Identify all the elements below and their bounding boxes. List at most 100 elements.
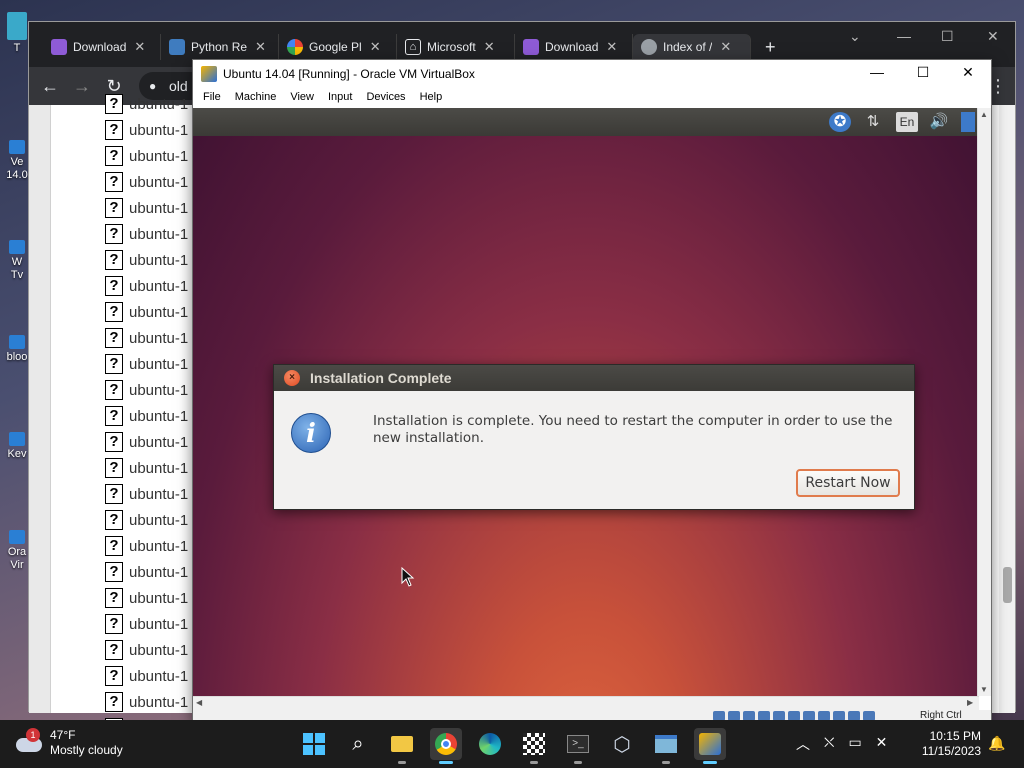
file-list-item[interactable]: ? ubuntu-1: [105, 197, 188, 219]
close-icon[interactable]: ✕: [987, 28, 999, 45]
menu-help[interactable]: Help: [418, 88, 449, 108]
page-scrollbar[interactable]: [999, 105, 1015, 713]
menu-view[interactable]: View: [288, 88, 320, 108]
file-list-item[interactable]: ? ubuntu-1: [105, 171, 188, 193]
file-link[interactable]: ubuntu-1: [129, 174, 188, 191]
taskbar-app-window[interactable]: [650, 728, 682, 764]
menu-input[interactable]: Input: [326, 88, 358, 108]
browser-tab[interactable]: Download ✕: [43, 34, 161, 60]
taskbar-terminal[interactable]: >_: [562, 728, 594, 764]
file-link[interactable]: ubuntu-1: [129, 356, 188, 373]
file-list-item[interactable]: ? ubuntu-1: [105, 379, 188, 401]
file-list-item[interactable]: ? ubuntu-1: [105, 483, 188, 505]
taskbar-app[interactable]: [518, 728, 550, 764]
file-list-item[interactable]: ? ubuntu-1: [105, 587, 188, 609]
browser-tab[interactable]: Python Re ✕: [161, 34, 279, 60]
display-icon[interactable]: ▭: [848, 734, 861, 754]
file-list-item[interactable]: ? ubuntu-1: [105, 535, 188, 557]
file-link[interactable]: ubuntu-1: [129, 642, 188, 659]
file-list-item[interactable]: ? ubuntu-1: [105, 457, 188, 479]
menu-machine[interactable]: Machine: [233, 88, 283, 108]
file-list-item[interactable]: ? ubuntu-1: [105, 249, 188, 271]
close-tab-icon[interactable]: ✕: [134, 39, 145, 55]
file-list-item[interactable]: ? ubuntu-1: [105, 145, 188, 167]
close-tab-icon[interactable]: ✕: [606, 39, 617, 55]
file-link[interactable]: ubuntu-1: [129, 512, 188, 529]
file-list-item[interactable]: ? ubuntu-1: [105, 353, 188, 375]
close-tab-icon[interactable]: ✕: [370, 39, 381, 55]
close-tab-icon[interactable]: ✕: [720, 39, 731, 55]
file-list-item[interactable]: ? ubuntu-1: [105, 301, 188, 323]
file-link[interactable]: ubuntu-1: [129, 200, 188, 217]
file-link[interactable]: ubuntu-1: [129, 590, 188, 607]
menu-file[interactable]: File: [201, 88, 227, 108]
clock[interactable]: 10:15 PM 11/15/2023: [913, 729, 981, 759]
file-link[interactable]: ubuntu-1: [129, 122, 188, 139]
forward-arrow-icon[interactable]: →: [71, 75, 93, 97]
file-link[interactable]: ubuntu-1: [129, 226, 188, 243]
browser-tab[interactable]: ⌂ Microsoft ✕: [397, 34, 515, 60]
file-link[interactable]: ubuntu-1: [129, 668, 188, 685]
scroll-down-icon[interactable]: ▼: [980, 685, 988, 694]
file-list-item[interactable]: ? ubuntu-1: [105, 93, 188, 115]
taskbar-chrome[interactable]: [430, 728, 462, 764]
file-list-item[interactable]: ? ubuntu-1: [105, 613, 188, 635]
vbox-horizontal-scrollbar[interactable]: ◀ ▶: [193, 696, 979, 710]
dialog-close-icon[interactable]: ×: [284, 370, 300, 386]
tab-search-icon[interactable]: ⌄: [849, 28, 861, 45]
browser-tab[interactable]: Google Pl ✕: [279, 34, 397, 60]
start-button[interactable]: [298, 728, 330, 760]
maximize-icon[interactable]: ☐: [913, 64, 933, 81]
volume-icon[interactable]: 🔊: [929, 112, 949, 132]
scroll-left-icon[interactable]: ◀: [196, 698, 202, 707]
minimize-icon[interactable]: —: [897, 28, 911, 44]
file-list-item[interactable]: ? ubuntu-1: [105, 405, 188, 427]
file-link[interactable]: ubuntu-1: [129, 538, 188, 555]
taskbar-edge[interactable]: [474, 728, 506, 760]
weather-widget[interactable]: 1 47°F Mostly cloudy: [16, 728, 123, 758]
browser-tab-active[interactable]: Index of / ✕: [633, 34, 751, 60]
file-link[interactable]: ubuntu-1: [129, 382, 188, 399]
file-link[interactable]: ubuntu-1: [129, 564, 188, 581]
file-list-item[interactable]: ? ubuntu-1: [105, 691, 188, 713]
file-link[interactable]: ubuntu-1: [129, 304, 188, 321]
file-list-item[interactable]: ? ubuntu-1: [105, 561, 188, 583]
file-link[interactable]: ubuntu-1: [129, 148, 188, 165]
maximize-icon[interactable]: ☐: [941, 28, 954, 45]
scroll-right-icon[interactable]: ▶: [967, 698, 973, 707]
file-link[interactable]: ubuntu-1: [129, 408, 188, 425]
file-link[interactable]: ubuntu-1: [129, 486, 188, 503]
file-link[interactable]: ubuntu-1: [129, 434, 188, 451]
close-tab-icon[interactable]: ✕: [484, 39, 495, 55]
file-list-item[interactable]: ? ubuntu-1: [105, 431, 188, 453]
taskbar-3d-app[interactable]: ⬡: [606, 728, 638, 760]
search-button[interactable]: ⌕: [342, 728, 374, 760]
close-tab-icon[interactable]: ✕: [255, 39, 266, 55]
file-list-item[interactable]: ? ubuntu-1: [105, 665, 188, 687]
scrollbar-thumb[interactable]: [1003, 567, 1012, 603]
network-arrows-icon[interactable]: ⇅: [863, 112, 883, 132]
file-link[interactable]: ubuntu-1: [129, 616, 188, 633]
browser-tab[interactable]: Download ✕: [515, 34, 633, 60]
file-list-item[interactable]: ? ubuntu-1: [105, 275, 188, 297]
taskbar-virtualbox[interactable]: [694, 728, 726, 764]
file-link[interactable]: ubuntu-1: [129, 460, 188, 477]
accessibility-icon[interactable]: ✪: [829, 112, 851, 132]
volume-muted-icon[interactable]: ✕: [876, 734, 888, 754]
restart-now-button[interactable]: Restart Now: [796, 469, 900, 497]
settings-gear-icon[interactable]: [961, 112, 975, 132]
file-link[interactable]: ubuntu-1: [129, 278, 188, 295]
menu-devices[interactable]: Devices: [364, 88, 411, 108]
network-disabled-icon[interactable]: ⛌: [824, 734, 834, 754]
file-list-item[interactable]: ? ubuntu-1: [105, 639, 188, 661]
back-arrow-icon[interactable]: ←: [39, 75, 61, 97]
vbox-vertical-scrollbar[interactable]: ▲ ▼: [977, 108, 991, 696]
close-icon[interactable]: ✕: [958, 64, 978, 81]
file-link[interactable]: ubuntu-1: [129, 330, 188, 347]
file-list-item[interactable]: ? ubuntu-1: [105, 327, 188, 349]
chevron-up-icon[interactable]: ︿: [796, 734, 810, 754]
guest-screen[interactable]: ✪ ⇅ En 🔊 × Installation Complete i Insta…: [193, 108, 979, 696]
file-link[interactable]: ubuntu-1: [129, 252, 188, 269]
file-list-item[interactable]: ? ubuntu-1: [105, 223, 188, 245]
scroll-up-icon[interactable]: ▲: [980, 110, 988, 119]
